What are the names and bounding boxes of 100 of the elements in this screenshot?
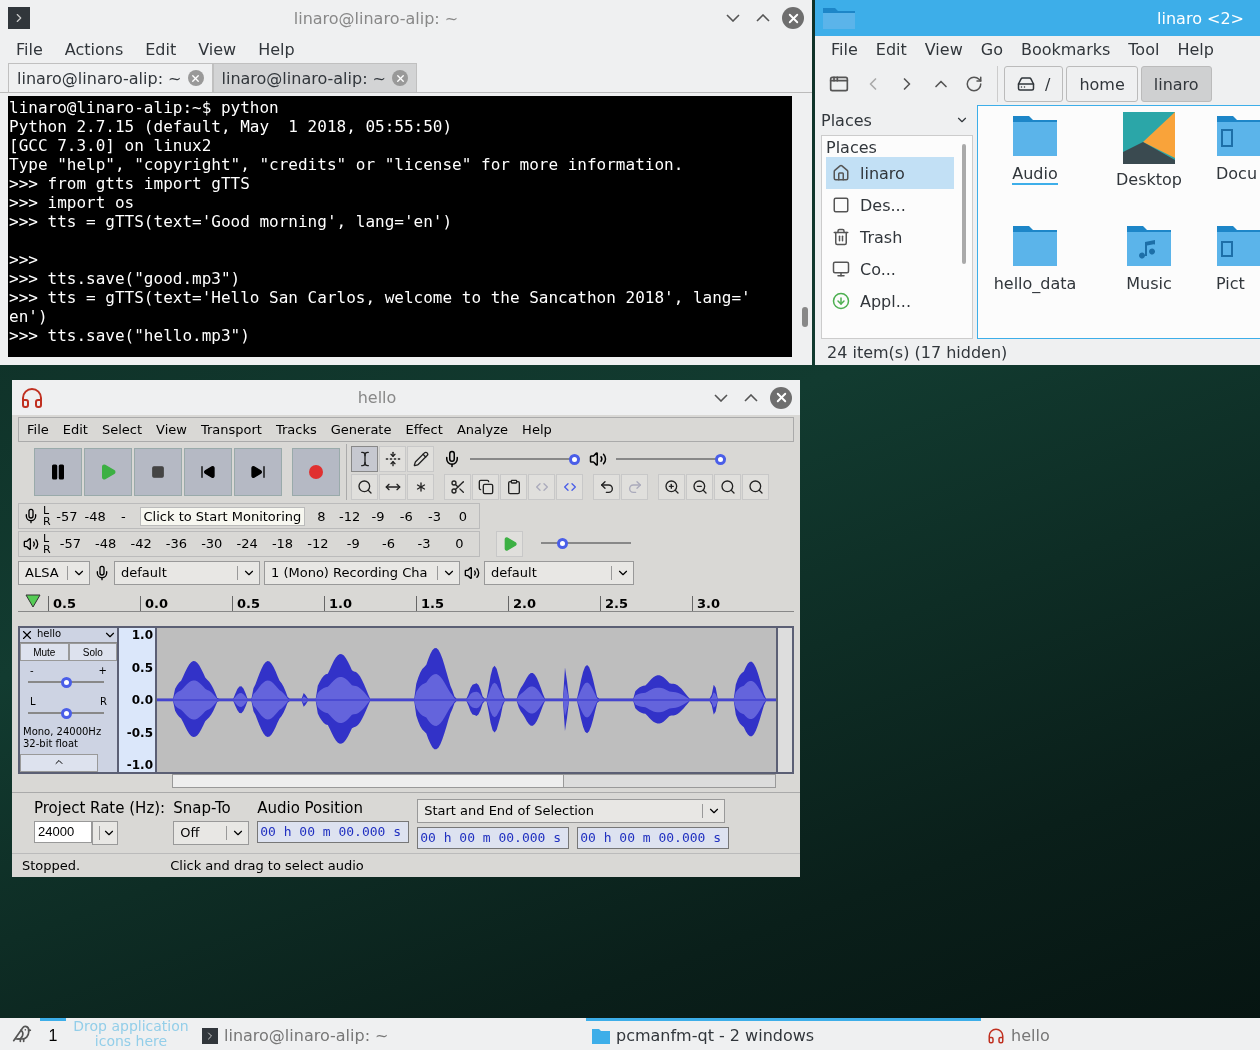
slider-thumb[interactable] (60, 707, 72, 719)
menu-item[interactable]: Select (101, 422, 143, 438)
icon-label[interactable]: hello_data (993, 274, 1077, 295)
mic-icon (94, 564, 110, 581)
snap-dropdown[interactable]: Off (173, 821, 250, 845)
icon-label[interactable]: Music (1126, 274, 1172, 295)
terminal-icon (8, 7, 30, 29)
task-button[interactable]: pcmanfm-qt - 2 windows (586, 1018, 981, 1050)
tab-close-icon[interactable] (392, 70, 409, 86)
menu-item[interactable]: Edit (62, 422, 88, 438)
terminal-line: [GCC 7.3.0] on linux2 (9, 136, 213, 155)
solo-button[interactable]: Solo (68, 643, 117, 662)
multi-tool[interactable] (407, 474, 434, 501)
place-item[interactable]: Trash (826, 221, 954, 253)
paste-button[interactable] (500, 474, 527, 501)
pause-button[interactable] (34, 448, 82, 497)
zoom-out-button[interactable] (686, 474, 713, 501)
terminal-tab[interactable]: linaro@linaro-alip: ~ (212, 63, 418, 92)
slider-thumb[interactable] (715, 453, 726, 465)
skip-start-button[interactable] (184, 448, 232, 497)
cut-button[interactable] (444, 474, 471, 501)
selection-tool[interactable] (351, 446, 378, 473)
channels-dropdown[interactable]: 1 (Mono) Recording Cha (264, 560, 460, 585)
envelope-icon (384, 451, 401, 468)
host-dropdown[interactable]: ALSA (18, 560, 90, 585)
menu-item[interactable]: File (27, 422, 49, 438)
menu-item[interactable]: Go (980, 40, 1003, 59)
playback-device-dropdown[interactable]: default (484, 560, 634, 585)
menu-item[interactable]: Effect (405, 422, 443, 438)
fit-project-button[interactable] (742, 474, 769, 501)
scrollbar-thumb[interactable] (173, 775, 565, 787)
menu-item[interactable]: View (924, 40, 963, 59)
close-button[interactable] (782, 7, 804, 29)
tab-close-icon[interactable] (187, 70, 204, 86)
task-button[interactable]: hello (981, 1018, 1181, 1050)
skip-end-button[interactable] (234, 448, 282, 497)
rate-dropdown[interactable] (92, 821, 118, 845)
place-item[interactable]: Co... (826, 253, 954, 285)
time-field[interactable]: 00 h 00 m 00.000 s (417, 827, 570, 849)
track-name-menu[interactable]: hello (34, 628, 103, 643)
menu-item[interactable]: Edit (145, 40, 177, 59)
terminal-line: >>> tts.save("hello.mp3") (9, 326, 251, 345)
menu-item[interactable]: Edit (875, 40, 907, 59)
menu-item[interactable]: File (831, 40, 858, 59)
selection-mode-dropdown[interactable]: Start and End of Selection (417, 799, 726, 823)
mute-button[interactable]: Mute (20, 643, 69, 662)
rate-input[interactable]: 24000 (34, 821, 92, 843)
path-button[interactable]: home (1066, 66, 1138, 102)
menu-item[interactable]: Help (522, 422, 552, 438)
menu-item[interactable]: Tool (1128, 40, 1160, 59)
undo-button[interactable] (593, 474, 620, 501)
place-item[interactable]: Appl... (826, 285, 954, 317)
path-button[interactable]: linaro (1140, 66, 1212, 102)
collapse-button[interactable] (20, 754, 98, 773)
slider-thumb[interactable] (569, 453, 580, 465)
time-field[interactable]: 00 h 00 m 00.000 s (257, 821, 410, 843)
place-item[interactable]: linaro (826, 157, 954, 189)
recording-device-dropdown[interactable]: default (114, 560, 260, 585)
zoom-in-button[interactable] (658, 474, 685, 501)
copy-button[interactable] (472, 474, 499, 501)
menu-item[interactable]: Transport (200, 422, 262, 438)
desktop-pager[interactable]: 1 (40, 1018, 66, 1050)
timeline-ruler[interactable]: 0.5 0.0 0.5 1.0 1.5 2.0 2.5 3.0 (18, 584, 794, 613)
menu-item[interactable]: Generate (330, 422, 392, 438)
menu-item[interactable]: File (16, 40, 43, 59)
slider-thumb[interactable] (60, 677, 72, 689)
record-button[interactable] (292, 448, 340, 497)
draw-tool[interactable] (407, 446, 434, 473)
channel-label: L (43, 532, 51, 544)
time-field[interactable]: 00 h 00 m 00.000 s (577, 827, 730, 849)
close-button[interactable] (770, 386, 792, 409)
envelope-tool[interactable] (379, 446, 406, 473)
vertical-scrollbar[interactable] (778, 628, 792, 773)
zoom-tool[interactable] (351, 474, 378, 501)
icon-label[interactable]: Desktop (1116, 170, 1182, 191)
stop-button[interactable] (134, 448, 182, 497)
time-shift-tool[interactable] (379, 474, 406, 501)
menu-item[interactable]: Tracks (275, 422, 317, 438)
menu-item[interactable]: Bookmarks (1020, 40, 1111, 59)
task-button[interactable]: linaro@linaro-alip: ~ (196, 1018, 586, 1050)
icon-label[interactable]: Pict (1216, 274, 1245, 295)
path-button[interactable]: / (1004, 66, 1064, 102)
meter-tick: - (120, 508, 127, 524)
menu-item[interactable]: Help (258, 40, 295, 59)
menu-item[interactable]: View (156, 422, 187, 438)
menu-item[interactable]: Actions (64, 40, 124, 59)
menu-item[interactable]: Help (1177, 40, 1214, 59)
slider-thumb[interactable] (556, 538, 568, 550)
terminal-tab[interactable]: linaro@linaro-alip: ~ (8, 63, 213, 92)
silence-button[interactable] (556, 474, 583, 501)
horizontal-scrollbar[interactable] (172, 774, 776, 788)
menu-item[interactable]: Analyze (456, 422, 509, 438)
icon-label[interactable]: Docu (1216, 164, 1258, 185)
scrollbar-thumb[interactable] (802, 307, 808, 327)
places-dropdown[interactable]: Places (821, 110, 872, 130)
menu-item[interactable]: View (198, 40, 237, 59)
place-item[interactable]: Des... (826, 189, 954, 221)
scrollbar-thumb[interactable] (962, 144, 966, 264)
icon-label[interactable]: Audio (1012, 164, 1058, 185)
fit-selection-button[interactable] (714, 474, 741, 501)
